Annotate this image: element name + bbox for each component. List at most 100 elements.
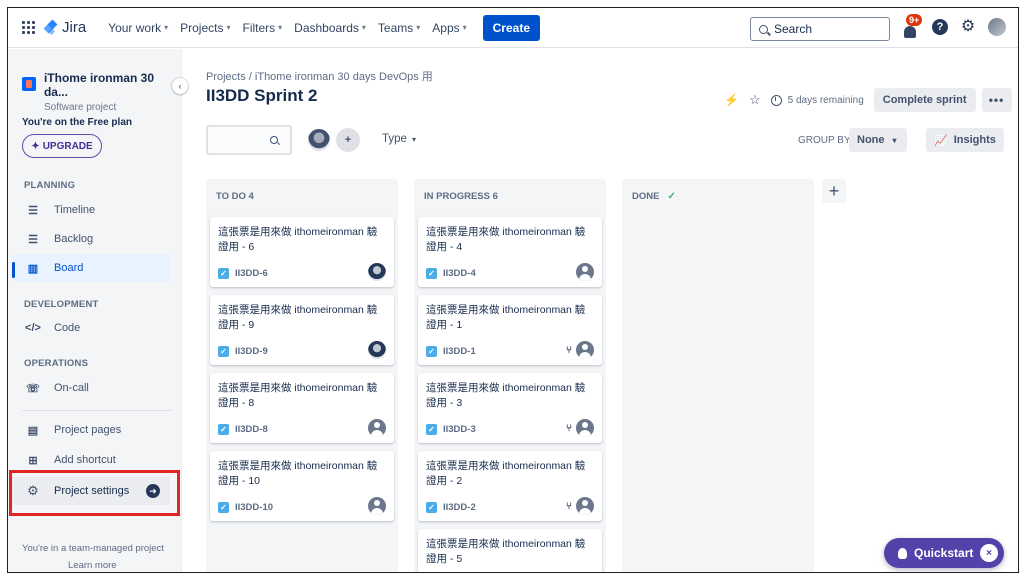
branch-icon[interactable]: ⑂ <box>566 501 572 512</box>
team-managed-text: You're in a team-managed project <box>22 543 164 554</box>
task-type-icon: ✓ <box>218 502 229 513</box>
type-filter-dropdown[interactable]: Type ▾ <box>382 133 416 145</box>
sidebar-item-board[interactable]: ▥ Board <box>12 254 170 282</box>
clock-icon <box>770 94 782 106</box>
unassigned-avatar-icon[interactable] <box>576 341 594 359</box>
create-button[interactable]: Create <box>482 14 540 41</box>
sidebar-divider <box>22 410 172 411</box>
complete-sprint-button[interactable]: Complete sprint <box>873 88 976 112</box>
column-todo: TO DO 4 這張票是用來做 ithomeironman 驗證用 - 6 ✓ I… <box>206 179 398 572</box>
sidebar-item-oncall[interactable]: ☏ On-call <box>12 374 170 402</box>
close-icon[interactable]: × <box>980 544 998 562</box>
lightning-icon[interactable]: ⚡ <box>724 93 739 107</box>
branch-icon[interactable]: ⑂ <box>566 423 572 434</box>
assignee-avatar[interactable] <box>368 341 386 359</box>
card-title: 這張票是用來做 ithomeironman 驗證用 - 5 <box>426 538 586 565</box>
card-title: 這張票是用來做 ithomeironman 驗證用 - 8 <box>218 382 378 409</box>
issue-card[interactable]: 這張票是用來做 ithomeironman 驗證用 - 6 ✓ II3DD-6 <box>210 217 394 287</box>
branch-icon[interactable]: ⑂ <box>566 345 572 356</box>
jira-logo-icon <box>43 19 58 35</box>
breadcrumb[interactable]: Projects / iThome ironman 30 days DevOps… <box>206 68 433 84</box>
board-search-input[interactable] <box>206 125 292 155</box>
unassigned-avatar-icon[interactable] <box>576 497 594 515</box>
unassigned-avatar-icon[interactable] <box>368 497 386 515</box>
issue-key: II3DD-9 <box>235 346 268 357</box>
notifications-badge: 9+ <box>906 14 923 26</box>
free-plan-text: You're on the Free plan <box>22 117 132 128</box>
issue-card[interactable]: 這張票是用來做 ithomeironman 驗證用 - 2 ✓ II3DD-2 ⑂ <box>418 451 602 521</box>
active-indicator <box>12 262 15 278</box>
nav-your-work[interactable]: Your work ▾ <box>108 21 168 35</box>
section-planning: PLANNING <box>24 180 76 191</box>
nav-dashboards[interactable]: Dashboards ▾ <box>294 21 366 35</box>
collapse-sidebar-button[interactable]: ‹ <box>172 78 188 94</box>
sidebar-item-code[interactable]: </> Code <box>12 314 170 342</box>
nav-filters[interactable]: Filters ▾ <box>242 21 282 35</box>
issue-key: II3DD-6 <box>235 268 268 279</box>
issue-key: II3DD-2 <box>443 502 476 513</box>
task-type-icon: ✓ <box>426 502 437 513</box>
sparkle-icon: ✦ <box>31 140 40 152</box>
unassigned-avatar-icon[interactable] <box>576 263 594 281</box>
issue-card[interactable]: 這張票是用來做 ithomeironman 驗證用 - 4 ✓ II3DD-4 <box>418 217 602 287</box>
task-type-icon: ✓ <box>218 424 229 435</box>
search-icon <box>759 24 768 34</box>
bell-icon <box>904 26 916 38</box>
project-type: Software project <box>43 102 117 113</box>
card-title: 這張票是用來做 ithomeironman 驗證用 - 9 <box>218 304 378 331</box>
add-column-button[interactable]: + <box>822 179 846 203</box>
task-type-icon: ✓ <box>426 268 437 279</box>
upgrade-button[interactable]: ✦ UPGRADE <box>22 134 102 158</box>
quickstart-button[interactable]: Quickstart × <box>884 538 1004 568</box>
card-title: 這張票是用來做 ithomeironman 驗證用 - 3 <box>426 382 586 409</box>
group-by-select[interactable]: None ▾ <box>849 128 907 152</box>
insights-chart-icon: 📈 <box>934 134 948 147</box>
jira-logo[interactable]: Jira <box>43 19 86 36</box>
card-title: 這張票是用來做 ithomeironman 驗證用 - 1 <box>426 304 586 331</box>
assignee-avatar-filter[interactable] <box>306 127 332 153</box>
insights-button[interactable]: 📈 Insights <box>926 128 1004 152</box>
sidebar-item-project-pages[interactable]: ▤ Project pages <box>12 416 170 444</box>
nav-projects[interactable]: Projects ▾ <box>180 21 230 35</box>
assignee-avatar[interactable] <box>368 263 386 281</box>
issue-card[interactable]: 這張票是用來做 ithomeironman 驗證用 - 8 ✓ II3DD-8 <box>210 373 394 443</box>
search-placeholder: Search <box>774 22 813 36</box>
column-header: DONE ✓ <box>632 191 676 202</box>
oncall-icon: ☏ <box>26 382 40 395</box>
more-actions-button[interactable]: ••• <box>981 88 1012 112</box>
search-input[interactable]: Search <box>750 17 890 41</box>
project-header[interactable]: iThome ironman 30 da... Software project <box>22 71 181 113</box>
jira-window: Jira Your work ▾ Projects ▾ Filters ▾ Dashb… <box>7 7 1019 573</box>
nav-apps[interactable]: Apps ▾ <box>432 21 466 35</box>
issue-key: II3DD-3 <box>443 424 476 435</box>
sidebar-item-timeline[interactable]: ☰ Timeline <box>12 196 170 224</box>
add-shortcut-icon: ⊞ <box>28 454 38 467</box>
issue-key: II3DD-10 <box>235 502 274 513</box>
notifications-button[interactable]: 9+ <box>900 14 923 38</box>
help-icon[interactable]: ? <box>932 19 948 35</box>
column-done: DONE ✓ <box>622 179 814 572</box>
learn-more-link[interactable]: Learn more <box>68 560 117 571</box>
gear-icon[interactable]: ⚙ <box>960 19 976 35</box>
star-icon[interactable]: ☆ <box>749 92 761 108</box>
chevron-down-icon: ▾ <box>416 23 421 32</box>
column-header: IN PROGRESS 6 <box>424 191 498 202</box>
unassigned-avatar-icon[interactable] <box>368 419 386 437</box>
chevron-down-icon: ▾ <box>892 135 897 145</box>
column-in-progress: IN PROGRESS 6 這張票是用來做 ithomeironman 驗證用 … <box>414 179 606 572</box>
card-title: 這張票是用來做 ithomeironman 驗證用 - 2 <box>426 460 586 487</box>
issue-key: II3DD-8 <box>235 424 268 435</box>
issue-card[interactable]: 這張票是用來做 ithomeironman 驗證用 - 10 ✓ II3DD-10 <box>210 451 394 521</box>
app-switcher-icon[interactable] <box>18 18 38 38</box>
task-type-icon: ✓ <box>426 424 437 435</box>
issue-card[interactable]: 這張票是用來做 ithomeironman 驗證用 - 1 ✓ II3DD-1 ⑂ <box>418 295 602 365</box>
group-by-label: GROUP BY <box>798 135 851 146</box>
issue-card[interactable]: 這張票是用來做 ithomeironman 驗證用 - 3 ✓ II3DD-3 ⑂ <box>418 373 602 443</box>
unassigned-avatar-icon[interactable] <box>576 419 594 437</box>
nav-teams[interactable]: Teams ▾ <box>378 21 420 35</box>
issue-card[interactable]: 這張票是用來做 ithomeironman 驗證用 - 5 <box>418 529 602 572</box>
sidebar-item-backlog[interactable]: ☰ Backlog <box>12 225 170 253</box>
add-people-icon[interactable]: + <box>336 128 360 152</box>
issue-card[interactable]: 這張票是用來做 ithomeironman 驗證用 - 9 ✓ II3DD-9 <box>210 295 394 365</box>
user-avatar[interactable] <box>988 18 1006 36</box>
